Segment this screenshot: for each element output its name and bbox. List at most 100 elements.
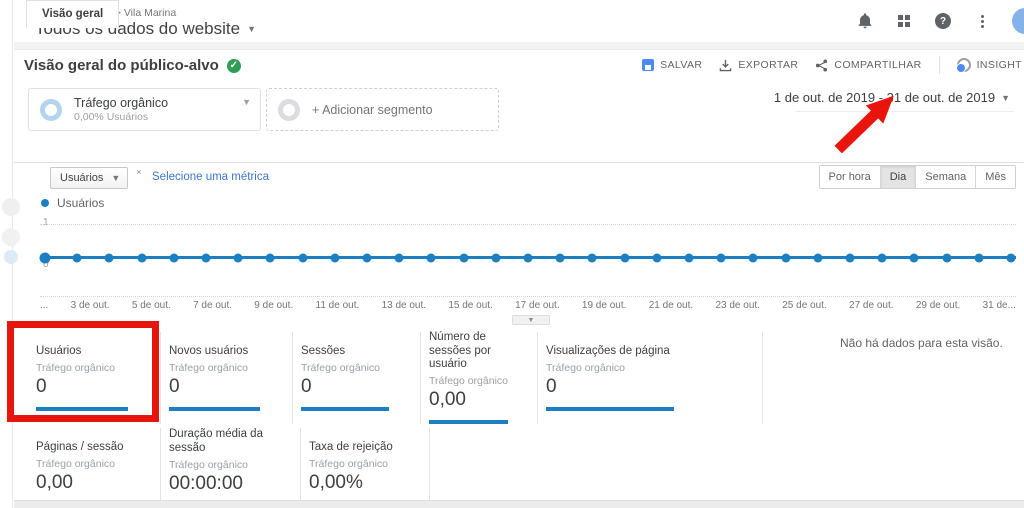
insight-button[interactable]: INSIGHT	[957, 58, 1022, 72]
help-icon[interactable]: ?	[934, 12, 952, 30]
data-point	[169, 253, 178, 262]
data-point	[427, 253, 436, 262]
more-options-icon[interactable]	[973, 12, 991, 30]
apps-grid-icon[interactable]	[895, 12, 913, 30]
data-point	[524, 253, 533, 262]
add-segment-button[interactable]: + Adicionar segmento	[266, 88, 499, 131]
scorecard-sparkline	[36, 407, 128, 411]
data-point	[330, 253, 339, 262]
scorecard-value: 0,00	[36, 472, 148, 494]
select-metric-link[interactable]: Selecione uma métrica	[152, 171, 269, 183]
scorecard-value: 0	[36, 376, 148, 398]
data-point	[201, 253, 210, 262]
remove-metric-icon[interactable]: ×	[136, 167, 142, 178]
share-icon	[815, 59, 828, 72]
scorecard-duracao-media-da-sessao: Duração média da sessãoTráfego orgânico0…	[160, 428, 300, 506]
x-axis-tick: 7 de out.	[193, 300, 232, 311]
export-button[interactable]: EXPORTAR	[719, 59, 798, 72]
x-axis-tick: 31 de...	[983, 300, 1016, 311]
scorecard-usuarios: UsuáriosTráfego orgânico0	[28, 332, 160, 424]
granularity-semana[interactable]: Semana	[915, 166, 975, 188]
x-axis-tick: 3 de out.	[71, 300, 110, 311]
data-point	[685, 253, 694, 262]
date-range-selector[interactable]: 1 de out. de 2019 - 31 de out. de 2019 ▼	[774, 90, 1010, 105]
data-point	[491, 253, 500, 262]
data-point	[749, 253, 758, 262]
x-axis-tick: 27 de out.	[849, 300, 893, 311]
chart-legend: Usuários	[41, 196, 104, 210]
data-point	[813, 253, 822, 262]
chevron-down-icon[interactable]: ▼	[242, 97, 251, 107]
scorecard-title: Taxa de rejeição	[309, 428, 417, 455]
granularity-group: Por horaDiaSemanaMês	[819, 165, 1016, 189]
share-button[interactable]: COMPARTILHAR	[815, 59, 921, 72]
scorecard-title: Sessões	[301, 332, 408, 359]
segment-circle-icon	[278, 99, 300, 121]
data-point	[1007, 253, 1016, 262]
scorecard-segment: Tráfego orgânico	[169, 459, 288, 471]
sidebar-ghost-icon	[2, 228, 20, 246]
scorecard-sparkline	[546, 407, 674, 411]
data-point	[556, 253, 565, 262]
x-axis-tick: 19 de out.	[582, 300, 626, 311]
granularity-dia[interactable]: Dia	[880, 166, 916, 188]
scorecard-segment: Tráfego orgânico	[429, 375, 525, 387]
scorecard-segment: Tráfego orgânico	[546, 362, 750, 374]
scorecard-row-1: UsuáriosTráfego orgânico0Novos usuáriosT…	[28, 332, 763, 424]
data-point	[620, 253, 629, 262]
save-button[interactable]: SALVAR	[642, 59, 702, 71]
scorecard-sparkline	[169, 407, 260, 411]
x-axis-tick: 17 de out.	[515, 300, 559, 311]
x-axis-tick: 29 de out.	[916, 300, 960, 311]
scorecard-row-2: Páginas / sessãoTráfego orgânico0,00Dura…	[28, 428, 430, 506]
insight-icon	[957, 58, 971, 72]
top-app-bar: Todas as contas > Vila Marina Todos os d…	[14, 0, 1024, 42]
data-point	[846, 253, 855, 262]
data-point	[781, 253, 790, 262]
data-point	[39, 252, 50, 263]
segment-circle-icon	[40, 99, 62, 121]
scorecard-sparkline	[429, 420, 508, 424]
scorecard-novos-usuarios: Novos usuáriosTráfego orgânico0	[160, 332, 292, 424]
notifications-bell-icon[interactable]	[856, 12, 874, 30]
data-point	[717, 253, 726, 262]
data-point	[974, 253, 983, 262]
x-axis-tick: 11 de out.	[316, 300, 360, 311]
granularity-mes[interactable]: Mês	[975, 166, 1015, 188]
data-point	[266, 253, 275, 262]
tab-visao-geral[interactable]: Visão geral	[26, 0, 119, 28]
x-axis: ...3 de out.5 de out.7 de out.9 de out.1…	[40, 300, 1016, 311]
segment-card-trafego-organico[interactable]: Tráfego orgânico 0,00% Usuários ▼	[28, 88, 261, 131]
data-point	[459, 253, 468, 262]
date-range-underline	[796, 111, 1014, 112]
download-icon	[719, 59, 732, 72]
gridline	[40, 224, 1016, 225]
collapsed-sidebar[interactable]	[0, 0, 13, 508]
data-point	[362, 253, 371, 262]
data-point	[105, 253, 114, 262]
series-line	[40, 256, 1016, 259]
scorecard-title: Páginas / sessão	[36, 428, 148, 455]
analytics-page: Todas as contas > Vila Marina Todos os d…	[0, 0, 1024, 508]
scorecard-title: Duração média da sessão	[169, 428, 288, 456]
x-axis-tick: 15 de out.	[448, 300, 492, 311]
actions-divider	[939, 56, 940, 74]
scorecard-value: 0	[546, 376, 750, 398]
account-avatar[interactable]	[1012, 8, 1024, 34]
granularity-por-hora[interactable]: Por hora	[820, 166, 880, 188]
sidebar-ghost-icon	[4, 250, 18, 264]
x-axis-tick: ...	[40, 300, 48, 311]
scorecard-value: 0	[301, 376, 408, 398]
header-divider-band	[14, 42, 1024, 50]
segment-name: Tráfego orgânico	[74, 96, 168, 112]
scorecard-value: 0,00%	[309, 472, 417, 494]
scorecard-segment: Tráfego orgânico	[309, 458, 417, 470]
metric-dropdown[interactable]: Usuários ▼	[50, 167, 128, 189]
scorecard-segment: Tráfego orgânico	[36, 362, 148, 374]
data-point	[878, 253, 887, 262]
scorecard-paginas-sessao: Páginas / sessãoTráfego orgânico0,00	[28, 428, 160, 506]
gridline	[40, 296, 1016, 297]
scorecard-segment: Tráfego orgânico	[301, 362, 408, 374]
chart-collapse-handle[interactable]: ▼	[512, 315, 550, 325]
add-segment-label: + Adicionar segmento	[312, 103, 433, 117]
